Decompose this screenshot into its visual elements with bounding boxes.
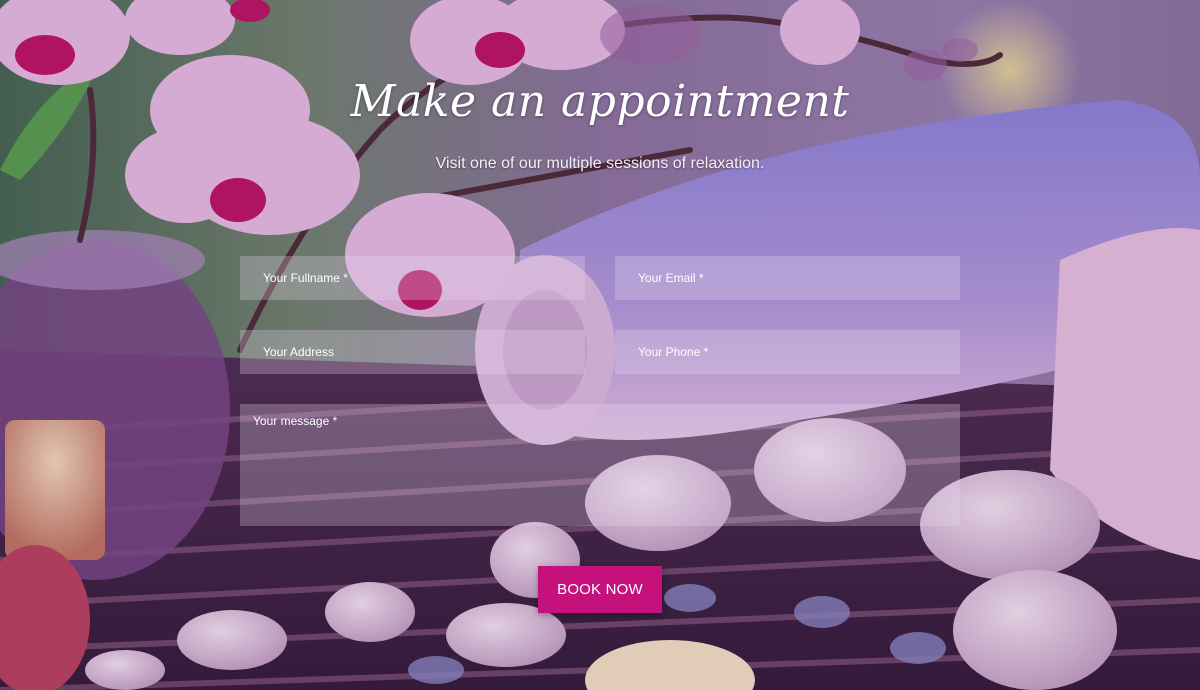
book-now-button[interactable]: BOOK NOW xyxy=(538,566,662,613)
message-textarea[interactable] xyxy=(240,404,960,526)
page-subtitle: Visit one of our multiple sessions of re… xyxy=(435,155,765,172)
resize-handle-icon[interactable] xyxy=(951,517,959,525)
email-input[interactable] xyxy=(615,256,960,300)
phone-input[interactable] xyxy=(615,330,960,374)
fullname-input[interactable] xyxy=(240,256,585,300)
page-title: Make an appointment xyxy=(350,76,850,127)
appointment-content: Make an appointment Visit one of our mul… xyxy=(0,0,1200,690)
appointment-section: Make an appointment Visit one of our mul… xyxy=(0,0,1200,690)
address-input[interactable] xyxy=(240,330,585,374)
